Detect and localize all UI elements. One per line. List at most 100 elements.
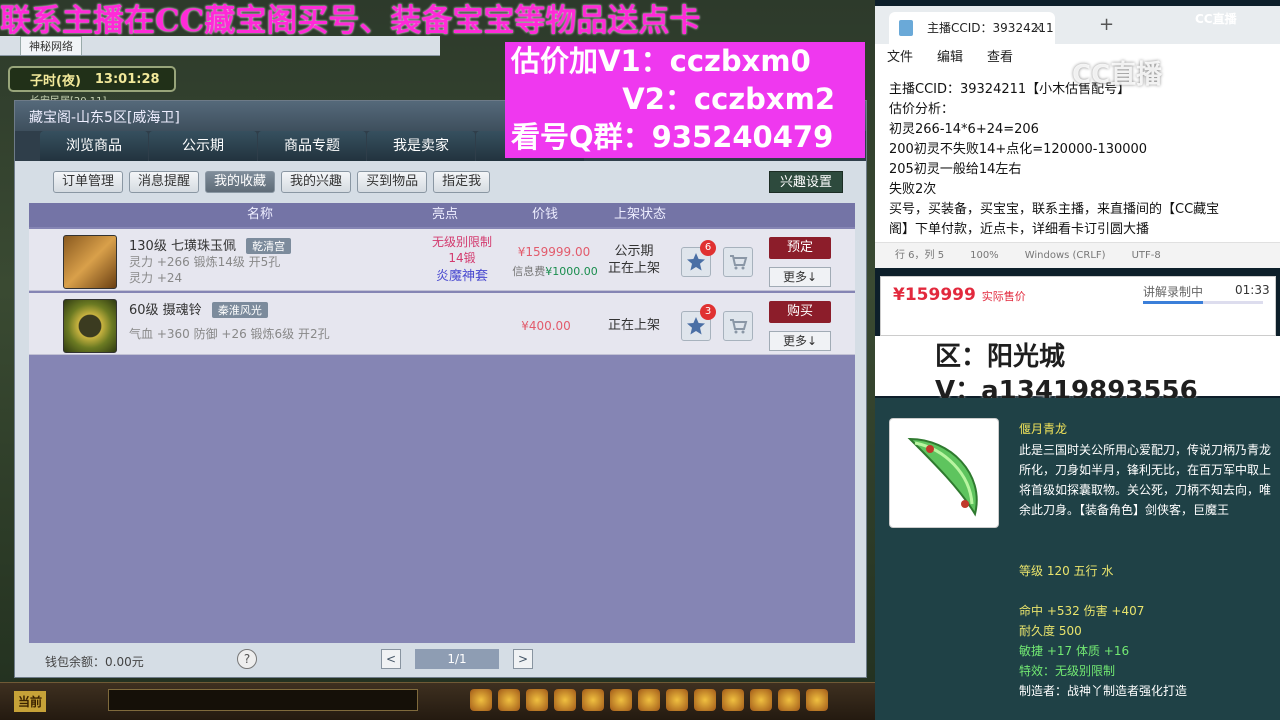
status-listing: 正在上架 — [607, 318, 660, 333]
cc-live-watermark: CC直播 — [1072, 60, 1163, 90]
tab-topics[interactable]: 商品专题 — [258, 131, 366, 161]
crescent-blade-icon — [907, 437, 978, 517]
blade-image — [889, 418, 999, 528]
tab-seller[interactable]: 我是卖家 — [367, 131, 475, 161]
notepad-icon — [899, 20, 913, 36]
hotbar-icon[interactable] — [554, 689, 576, 711]
hotbar-icon[interactable] — [806, 689, 828, 711]
hotbar-icon[interactable] — [638, 689, 660, 711]
recording-progress — [1143, 301, 1263, 304]
hotbar-icon[interactable] — [750, 689, 772, 711]
favorite-button[interactable]: 3 — [681, 304, 716, 341]
hotbar-icon[interactable] — [470, 689, 492, 711]
recording-time: 01:33 — [1235, 283, 1270, 297]
jade-pendant-icon[interactable] — [63, 235, 117, 289]
promo-contact-box: 估价加V1：cczbxm0 V2：cczbxm2 看号Q群：935240479 — [505, 42, 865, 158]
menu-file[interactable]: 文件 — [887, 44, 913, 72]
notepad-tab[interactable]: 主播CCID：39324211 × — [889, 12, 1055, 44]
detail-effect: 特效：无级别限制 — [1019, 664, 1116, 678]
recording-label: 讲解录制中 — [1143, 285, 1204, 299]
table-row[interactable]: 60级 摄魂铃 秦淮风光 气血 +360 防御 +26 锻炼6级 开2孔 ¥40… — [29, 293, 855, 355]
tab-public-period[interactable]: 公示期 — [149, 131, 257, 161]
next-page-button[interactable]: > — [513, 649, 533, 669]
favorites-table: 名称 亮点 价钱 上架状态 130级 七璜珠玉佩 乾清宫 灵力 +266 锻炼1… — [29, 203, 855, 643]
cart-icon — [730, 255, 748, 270]
detail-level: 等级 120 五行 水 — [1019, 564, 1114, 578]
subtab-messages[interactable]: 消息提醒 — [129, 171, 200, 193]
new-tab-button[interactable]: + — [1099, 14, 1114, 35]
hotbar-icon[interactable] — [610, 689, 632, 711]
item-name[interactable]: 130级 七璜珠玉佩 乾清宫 — [129, 235, 292, 254]
game-bottom-bar: 当前 — [0, 682, 875, 720]
more-button[interactable]: 更多↓ — [769, 331, 831, 351]
header-spacer — [29, 203, 125, 227]
game-time-label: 子时(夜) — [30, 73, 81, 89]
prev-page-button[interactable]: < — [381, 649, 401, 669]
chat-input[interactable] — [108, 689, 418, 711]
status-listing: 正在上架 — [607, 261, 660, 276]
soul-bell-icon[interactable] — [63, 299, 117, 353]
subtab-designated[interactable]: 指定我 — [433, 171, 491, 193]
actual-price-value: ¥159999 — [893, 285, 976, 305]
fee-value: ¥1000.00 — [545, 265, 598, 278]
item-name[interactable]: 60级 摄魂铃 秦淮风光 — [129, 299, 268, 318]
school-tag: 秦淮风光 — [211, 302, 268, 318]
promo-line-3: 看号Q群：935240479 — [511, 120, 834, 154]
school-tag: 乾清宫 — [246, 238, 292, 254]
close-icon[interactable]: × — [1033, 12, 1043, 44]
status-lineending: Windows (CRLF) — [1024, 250, 1106, 261]
menu-edit[interactable]: 编辑 — [937, 44, 963, 72]
cart-icon — [730, 319, 748, 334]
header-price: 价钱 — [531, 207, 558, 222]
hotbar-icon[interactable] — [722, 689, 744, 711]
tab-browse[interactable]: 浏览商品 — [40, 131, 148, 161]
cc-live-watermark-small: CC直播 — [1195, 12, 1237, 26]
help-icon[interactable]: ? — [237, 649, 257, 669]
detail-stat: 耐久度 500 — [1019, 624, 1082, 638]
status-position: 行 6，列 5 — [895, 250, 945, 261]
promo-line-1: 估价加V1：cczbxm0 — [511, 44, 811, 78]
hotbar-icon[interactable] — [498, 689, 520, 711]
hotbar-icon[interactable] — [526, 689, 548, 711]
game-time-value: 13:01:28 — [94, 71, 160, 87]
hotbar-icon[interactable] — [694, 689, 716, 711]
live-price-bar: ¥159999 实际售价 讲解录制中 01:33 — [880, 276, 1276, 336]
table-header: 名称 亮点 价钱 上架状态 — [29, 203, 855, 227]
status-public: 公示期 — [614, 244, 654, 259]
subtab-interests[interactable]: 我的兴趣 — [281, 171, 352, 193]
cart-button[interactable] — [723, 311, 753, 341]
detail-stat: 敏捷 +17 体质 +16 — [1019, 644, 1130, 658]
favorite-button[interactable]: 6 — [681, 240, 716, 277]
notepad-text-area[interactable]: 主播CCID：39324211【小木估售配号】 估价分析： 初灵266-14*6… — [875, 72, 1280, 242]
game-clock: 子时(夜) 13:01:28 — [8, 66, 176, 92]
menu-view[interactable]: 查看 — [987, 44, 1013, 72]
actual-price: ¥159999 实际售价 — [893, 285, 1026, 305]
more-button[interactable]: 更多↓ — [769, 267, 831, 287]
table-row[interactable]: 130级 七璜珠玉佩 乾清宫 灵力 +266 锻炼14级 开5孔 灵力 +24 … — [29, 229, 855, 291]
buy-button[interactable]: 购买 — [769, 301, 831, 323]
promo-banner-top: 联系主播在CC藏宝阁买号、装备宝宝等物品送点卡 — [0, 3, 701, 39]
item-name-text: 130级 七璜珠玉佩 — [129, 239, 236, 254]
status-zoom: 100% — [970, 250, 999, 261]
item-status: 公示期 正在上架 — [599, 243, 669, 277]
status-encoding: UTF-8 — [1131, 250, 1161, 261]
item-fee: 信息费¥1000.00 — [495, 263, 615, 279]
detail-maker: 制造者：战神丫制造者强化打造 — [1019, 684, 1188, 698]
subtab-favorites[interactable]: 我的收藏 — [205, 171, 276, 193]
cart-button[interactable] — [723, 247, 753, 277]
game-hotbar — [470, 689, 828, 711]
hotbar-icon[interactable] — [582, 689, 604, 711]
chat-channel-button[interactable]: 当前 — [14, 691, 47, 712]
fee-label: 信息费 — [512, 265, 546, 278]
hotbar-icon[interactable] — [666, 689, 688, 711]
reserve-button[interactable]: 预定 — [769, 237, 831, 259]
hotbar-icon[interactable] — [778, 689, 800, 711]
promo-line-2: V2：cczbxm2 — [622, 82, 835, 116]
subtab-purchased[interactable]: 买到物品 — [357, 171, 428, 193]
item-attr: 灵力 +24 — [129, 271, 183, 285]
star-icon — [687, 317, 705, 335]
subtab-orders[interactable]: 订单管理 — [53, 171, 124, 193]
interest-settings-button[interactable]: 兴趣设置 — [769, 171, 844, 193]
notepad-statusbar: 行 6，列 5 100% Windows (CRLF) UTF-8 — [875, 242, 1280, 268]
item-attr: 灵力 +266 锻炼14级 开5孔 — [129, 255, 281, 269]
